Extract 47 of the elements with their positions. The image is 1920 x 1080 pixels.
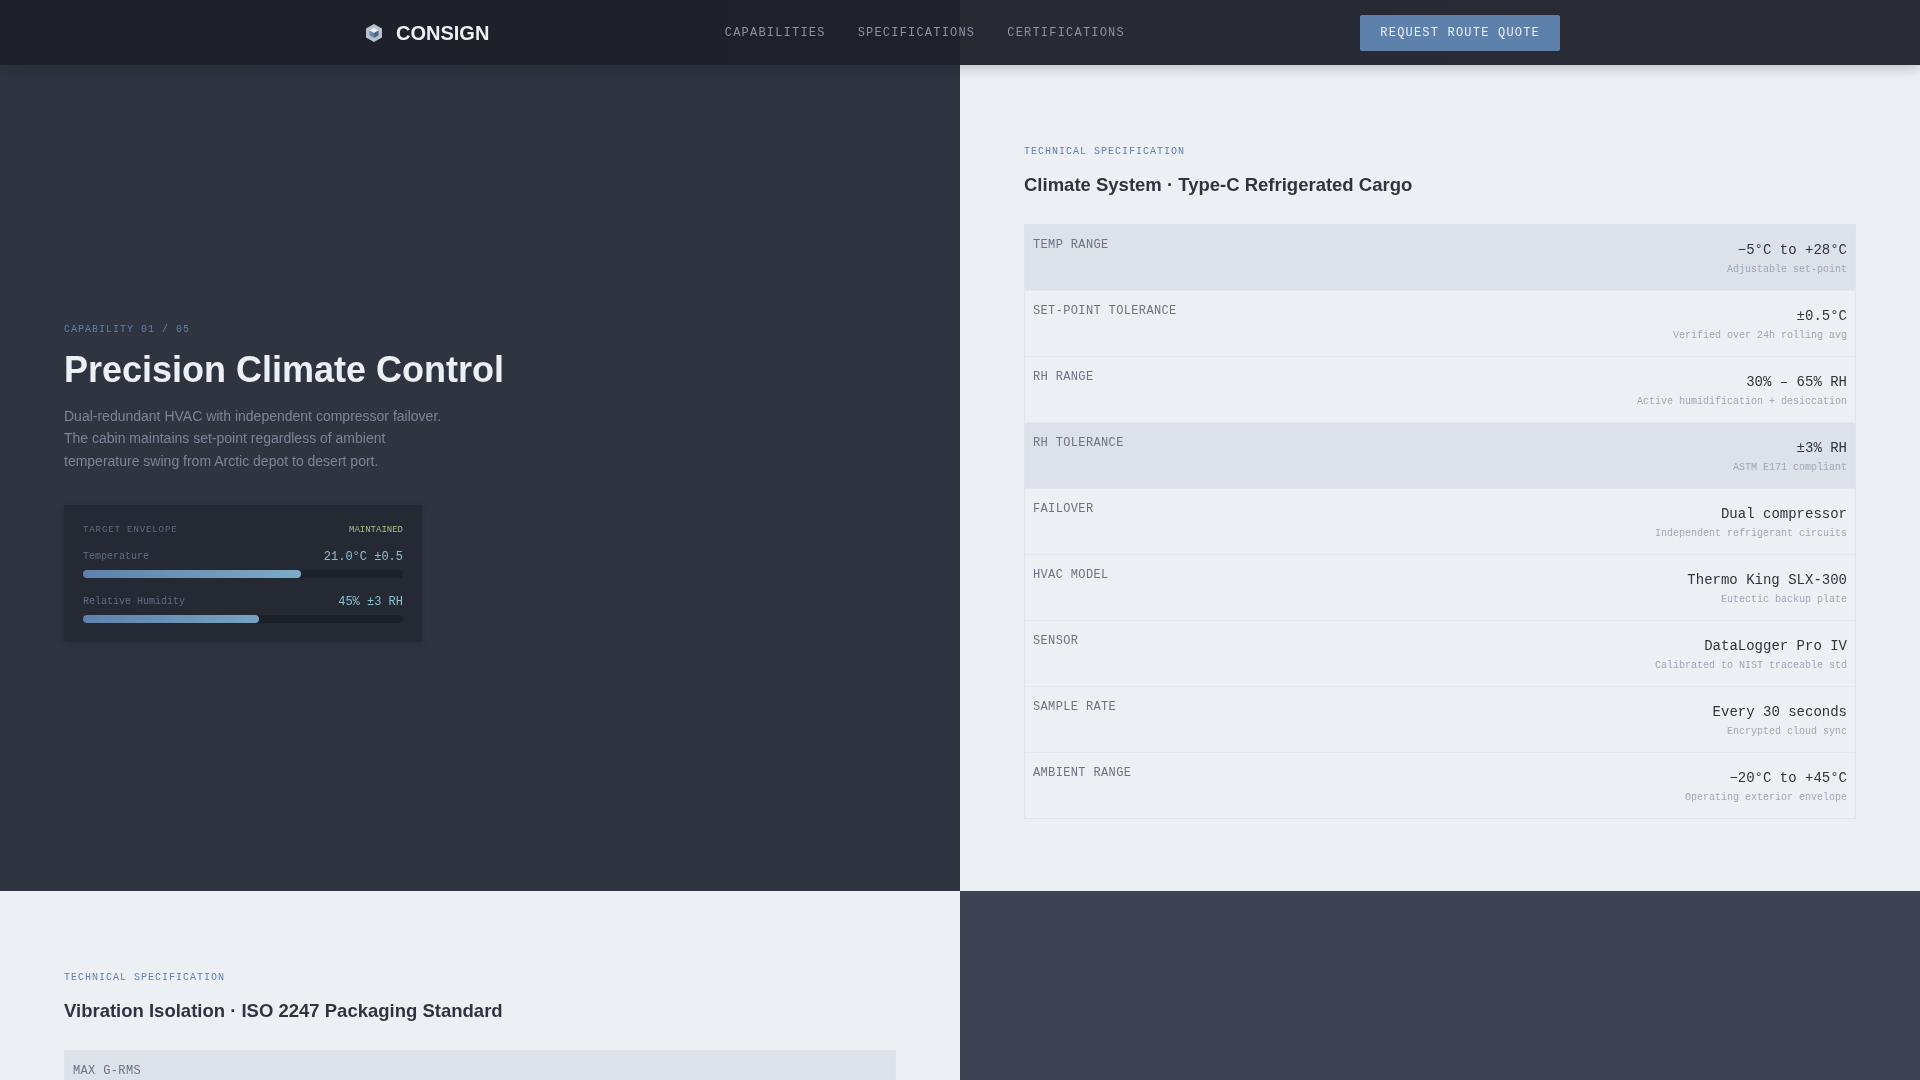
spec-value: −20°C to +45°C — [1729, 769, 1847, 787]
spec-note: Encrypted cloud sync — [1726, 725, 1847, 739]
spec-note: Adjustable set-point — [1726, 263, 1847, 277]
spec-eyebrow: TECHNICAL SPECIFICATION — [64, 971, 227, 985]
spec-note: ASTM E171 compliant — [1732, 461, 1847, 475]
spec-label: HVAC MODEL — [1033, 567, 1109, 583]
nav-link[interactable]: CAPABILITIES — [724, 24, 826, 41]
status-label: MAINTAINED — [349, 524, 403, 537]
spec-value: ±0.5°C — [1796, 307, 1847, 325]
spec-value: ±3% RH — [1796, 439, 1847, 457]
nav-link[interactable]: CERTIFICATIONS — [1007, 24, 1125, 41]
spec-title: Vibration Isolation · ISO 2247 Packaging Standard — [64, 999, 504, 1023]
metric-reading: 45% ±3 RH — [338, 595, 403, 610]
metric-label: Relative Humidity — [83, 595, 186, 610]
spec-label: SET-POINT TOLERANCE — [1033, 303, 1177, 319]
capability-title: Precision Climate Control — [64, 348, 505, 390]
spec-label: SAMPLE RATE — [1033, 699, 1117, 715]
spec-label: AMBIENT RANGE — [1033, 765, 1132, 781]
metric-label: Temperature — [83, 550, 149, 565]
spec-value: −5°C to +28°C — [1737, 241, 1847, 259]
spec-label: FAILOVER — [1033, 501, 1094, 517]
spec-note: Operating exterior envelope — [1684, 791, 1847, 805]
spec-note: Independent refrigerant circuits — [1654, 527, 1847, 541]
capability-counter: CAPABILITY 01 / 05 — [64, 322, 191, 337]
spec-note: Eutectic backup plate — [1720, 593, 1847, 607]
spec-label: RH RANGE — [1033, 369, 1094, 385]
envelope-label: TARGET ENVELOPE — [83, 524, 178, 537]
spec-label: TEMP RANGE — [1033, 237, 1109, 253]
spec-label: MAX G-RMS — [73, 1063, 142, 1079]
brand-name: CONSIGN — [396, 20, 490, 45]
spec-value: Every 30 seconds — [1712, 703, 1847, 721]
spec-note: Calibrated to NIST traceable std — [1654, 659, 1847, 673]
spec-value: Thermo King SLX-300 — [1687, 571, 1847, 589]
spec-value: 30% – 65% RH — [1746, 373, 1847, 391]
capability-description: Dual-redundant HVAC with independent compressor failover. The cabin maintains set-point regardless of ambient temperature swing from Arctic depot to desert port. — [64, 406, 443, 471]
spec-label: SENSOR — [1033, 633, 1079, 649]
spec-value: DataLogger Pro IV — [1704, 637, 1847, 655]
spec-value: Dual compressor — [1720, 505, 1847, 523]
quote-button[interactable]: REQUEST ROUTE QUOTE — [1360, 14, 1560, 51]
nav-link[interactable]: SPECIFICATIONS — [857, 24, 976, 41]
cube-icon — [366, 23, 382, 42]
spec-note: Verified over 24h rolling avg — [1672, 329, 1847, 343]
spec-label: RH TOLERANCE — [1033, 435, 1124, 451]
metric-reading: 21.0°C ±0.5 — [323, 550, 403, 565]
spec-title: Climate System · Type-C Refrigerated Cargo — [1024, 173, 1414, 197]
spec-note: Active humidification + desiccation — [1636, 395, 1847, 409]
spec-eyebrow: TECHNICAL SPECIFICATION — [1024, 145, 1187, 159]
